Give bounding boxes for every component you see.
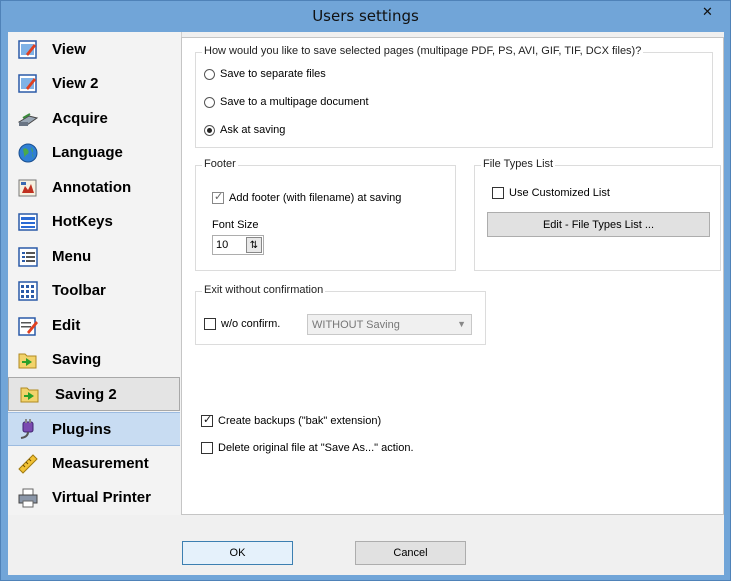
wo-confirm-label: w/o confirm.	[221, 318, 281, 330]
cancel-button[interactable]: Cancel	[355, 541, 466, 565]
title-bar[interactable]: Users settings ✕	[1, 1, 730, 32]
sidebar-item-label: Menu	[52, 248, 92, 265]
use-customized-checkbox-row[interactable]: Use Customized List	[492, 187, 610, 199]
view2-icon	[17, 73, 39, 95]
settings-window: Users settings ✕ View View 2 Acquire Lan…	[0, 0, 731, 581]
sidebar-item-saving[interactable]: Saving	[8, 343, 180, 376]
exit-confirm-title: Exit without confirmation	[202, 284, 326, 296]
folder-save-icon	[19, 383, 41, 405]
window-title: Users settings	[312, 7, 419, 25]
radio-ask-at-saving[interactable]: Ask at saving	[204, 124, 285, 136]
plug-icon	[17, 418, 39, 440]
toolbar-icon	[17, 280, 39, 302]
settings-panel: How would you like to save selected page…	[181, 37, 724, 515]
delete-original-row[interactable]: Delete original file at "Save As..." act…	[201, 442, 414, 454]
add-footer-checkbox[interactable]	[212, 192, 224, 204]
wo-confirm-checkbox-row[interactable]: w/o confirm.	[204, 318, 280, 330]
sidebar-item-acquire[interactable]: Acquire	[8, 102, 180, 135]
add-footer-label: Add footer (with filename) at saving	[229, 192, 402, 204]
save-pages-question: How would you like to save selected page…	[202, 45, 644, 57]
radio-label: Save to separate files	[220, 68, 326, 80]
delete-original-label: Delete original file at "Save As..." act…	[218, 442, 414, 454]
file-types-title: File Types List	[481, 158, 556, 170]
sidebar-item-label: Edit	[52, 317, 81, 334]
font-size-stepper[interactable]: 10 ⇅	[212, 235, 264, 255]
sidebar-item-saving-2[interactable]: Saving 2	[8, 377, 180, 411]
footer-group: Footer Add footer (with filename) at sav…	[195, 158, 456, 271]
radio-button[interactable]	[204, 68, 215, 80]
chevron-down-icon: ▼	[457, 319, 466, 329]
sidebar-item-hotkeys[interactable]: HotKeys	[8, 205, 180, 238]
delete-original-checkbox[interactable]	[201, 442, 213, 454]
sidebar-item-label: Virtual Printer	[52, 489, 151, 506]
add-footer-checkbox-row[interactable]: Add footer (with filename) at saving	[212, 192, 401, 204]
sidebar-item-language[interactable]: Language	[8, 136, 180, 169]
stepper-arrows-icon[interactable]: ⇅	[246, 237, 262, 253]
file-types-group: File Types List Use Customized List Edit…	[474, 158, 721, 271]
annotation-icon	[17, 177, 39, 199]
exit-mode-select[interactable]: WITHOUT Saving ▼	[307, 314, 472, 335]
sidebar-item-label: Plug-ins	[52, 420, 112, 438]
scanner-icon	[17, 108, 39, 130]
radio-separate-files[interactable]: Save to separate files	[204, 68, 326, 80]
radio-button[interactable]	[204, 124, 215, 136]
sidebar-item-label: HotKeys	[52, 213, 113, 230]
dialog-button-bar: OK Cancel	[8, 515, 724, 575]
dialog-client: View View 2 Acquire Language Annotation …	[8, 32, 724, 575]
sidebar-item-toolbar[interactable]: Toolbar	[8, 274, 180, 307]
sidebar-item-label: Acquire	[52, 110, 108, 127]
sidebar-item-menu[interactable]: Menu	[8, 240, 180, 273]
use-customized-checkbox[interactable]	[492, 187, 504, 199]
edit-icon	[17, 315, 39, 337]
sidebar-item-virtual-printer[interactable]: Virtual Printer	[8, 481, 180, 514]
sidebar-item-label: Language	[52, 144, 123, 161]
sidebar-item-label: View	[52, 41, 86, 58]
footer-title: Footer	[202, 158, 238, 170]
sidebar-item-label: Measurement	[52, 455, 149, 472]
radio-button[interactable]	[204, 96, 215, 108]
font-size-value: 10	[216, 239, 229, 251]
globe-icon	[17, 142, 39, 164]
view-icon	[17, 39, 39, 61]
sidebar-item-view[interactable]: View	[8, 33, 180, 66]
exit-mode-value: WITHOUT Saving	[312, 319, 400, 331]
sidebar-item-annotation[interactable]: Annotation	[8, 171, 180, 204]
printer-icon	[17, 487, 39, 509]
sidebar-item-label: View 2	[52, 75, 99, 92]
sidebar-item-measurement[interactable]: Measurement	[8, 447, 180, 480]
radio-multipage-document[interactable]: Save to a multipage document	[204, 96, 369, 108]
sidebar-item-view-2[interactable]: View 2	[8, 67, 180, 100]
create-backups-label: Create backups ("bak" extension)	[218, 415, 382, 427]
menu-icon	[17, 246, 39, 268]
radio-label: Save to a multipage document	[220, 96, 369, 108]
edit-file-types-button[interactable]: Edit - File Types List ...	[487, 212, 710, 237]
exit-confirm-group: Exit without confirmation w/o confirm. W…	[195, 284, 486, 345]
use-customized-label: Use Customized List	[509, 187, 610, 199]
sidebar-item-label: Annotation	[52, 179, 132, 196]
create-backups-row[interactable]: Create backups ("bak" extension)	[201, 415, 381, 427]
sidebar-item-label: Saving 2	[55, 385, 117, 403]
font-size-label: Font Size	[212, 219, 259, 231]
ruler-icon	[17, 453, 39, 475]
create-backups-checkbox[interactable]	[201, 415, 213, 427]
save-pages-group: How would you like to save selected page…	[195, 45, 713, 148]
wo-confirm-checkbox[interactable]	[204, 318, 216, 330]
folder-save-icon	[17, 349, 39, 371]
close-icon[interactable]: ✕	[691, 2, 724, 21]
sidebar: View View 2 Acquire Language Annotation …	[8, 32, 182, 515]
sidebar-item-plug-ins[interactable]: Plug-ins	[8, 412, 180, 446]
sidebar-item-label: Saving	[52, 351, 102, 368]
radio-label: Ask at saving	[220, 124, 286, 136]
sidebar-item-edit[interactable]: Edit	[8, 309, 180, 342]
sidebar-item-label: Toolbar	[52, 282, 106, 299]
keyboard-icon	[17, 211, 39, 233]
ok-button[interactable]: OK	[182, 541, 293, 565]
